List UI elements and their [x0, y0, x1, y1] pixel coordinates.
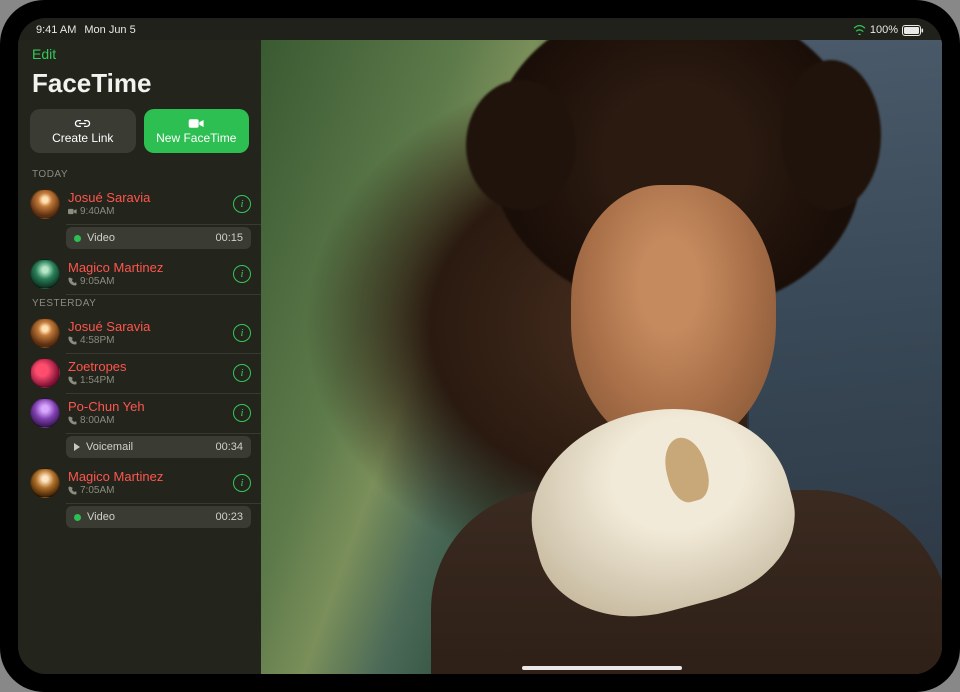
media-row[interactable]: Voicemail 00:34 — [66, 436, 251, 458]
status-date: Mon Jun 5 — [84, 24, 135, 36]
media-duration: 00:34 — [215, 441, 243, 453]
status-time: 9:41 AM — [36, 24, 76, 36]
phone-icon — [68, 336, 77, 345]
camera-preview — [261, 40, 942, 674]
media-row[interactable]: Video 00:15 — [66, 227, 251, 249]
phone-icon — [68, 486, 77, 495]
section-header-today: TODAY — [18, 165, 261, 184]
call-time: 9:05AM — [80, 276, 114, 288]
call-subtitle: 1:54PM — [68, 375, 225, 387]
battery-icon — [902, 25, 924, 36]
call-row[interactable]: Magico Martinez 9:05AM — [18, 254, 261, 294]
status-bar: 9:41 AM Mon Jun 5 100% — [18, 18, 942, 40]
call-subtitle: 8:00AM — [68, 415, 225, 427]
call-name: Josué Saravia — [68, 320, 225, 335]
call-time: 7:05AM — [80, 485, 114, 497]
media-row[interactable]: Video 00:23 — [66, 506, 251, 528]
phone-icon — [68, 416, 77, 425]
call-name: Josué Saravia — [68, 191, 225, 206]
info-icon[interactable] — [233, 265, 251, 283]
link-icon — [74, 117, 91, 130]
info-icon[interactable] — [233, 324, 251, 342]
call-name: Zoetropes — [68, 360, 225, 375]
phone-icon — [68, 277, 77, 286]
avatar — [30, 189, 60, 219]
create-link-button[interactable]: Create Link — [30, 109, 136, 153]
call-row[interactable]: Magico Martinez 7:05AM — [18, 463, 261, 503]
media-label: Video — [87, 232, 209, 244]
call-subtitle: 4:58PM — [68, 335, 225, 347]
unread-dot-icon — [74, 235, 81, 242]
new-facetime-button[interactable]: New FaceTime — [144, 109, 250, 153]
app-title: FaceTime — [18, 68, 261, 109]
edit-button[interactable]: Edit — [18, 44, 70, 68]
call-time: 1:54PM — [80, 375, 114, 387]
media-duration: 00:23 — [215, 511, 243, 523]
video-call-icon — [68, 207, 77, 216]
create-link-label: Create Link — [52, 131, 113, 145]
video-icon — [188, 117, 205, 130]
info-icon[interactable] — [233, 474, 251, 492]
unread-dot-icon — [74, 514, 81, 521]
home-indicator[interactable] — [522, 666, 682, 670]
wifi-icon — [853, 25, 866, 35]
ipad-frame: 9:41 AM Mon Jun 5 100% Edit FaceTime — [0, 0, 960, 692]
avatar — [30, 259, 60, 289]
call-row[interactable]: Zoetropes 1:54PM — [18, 353, 261, 393]
call-name: Magico Martinez — [68, 470, 225, 485]
sidebar: Edit FaceTime Create Link New FaceTime T… — [18, 40, 261, 674]
call-row[interactable]: Josué Saravia 9:40AM — [18, 184, 261, 224]
call-subtitle: 9:05AM — [68, 276, 225, 288]
info-icon[interactable] — [233, 195, 251, 213]
call-row[interactable]: Po-Chun Yeh 8:00AM — [18, 393, 261, 433]
call-subtitle: 7:05AM — [68, 485, 225, 497]
avatar — [30, 358, 60, 388]
info-icon[interactable] — [233, 364, 251, 382]
phone-icon — [68, 376, 77, 385]
avatar — [30, 398, 60, 428]
media-label: Video — [87, 511, 209, 523]
new-facetime-label: New FaceTime — [156, 131, 236, 145]
avatar — [30, 318, 60, 348]
call-list[interactable]: TODAY Josué Saravia 9:40AM — [18, 165, 261, 674]
call-name: Po-Chun Yeh — [68, 400, 225, 415]
call-time: 9:40AM — [80, 206, 114, 218]
media-duration: 00:15 — [215, 232, 243, 244]
battery-percent: 100% — [870, 24, 898, 36]
call-time: 8:00AM — [80, 415, 114, 427]
call-time: 4:58PM — [80, 335, 114, 347]
call-name: Magico Martinez — [68, 261, 225, 276]
call-row[interactable]: Josué Saravia 4:58PM — [18, 313, 261, 353]
play-icon — [74, 443, 80, 451]
section-header-yesterday: YESTERDAY — [18, 294, 261, 313]
avatar — [30, 468, 60, 498]
info-icon[interactable] — [233, 404, 251, 422]
media-label: Voicemail — [86, 441, 209, 453]
screen: 9:41 AM Mon Jun 5 100% Edit FaceTime — [18, 18, 942, 674]
call-subtitle: 9:40AM — [68, 206, 225, 218]
